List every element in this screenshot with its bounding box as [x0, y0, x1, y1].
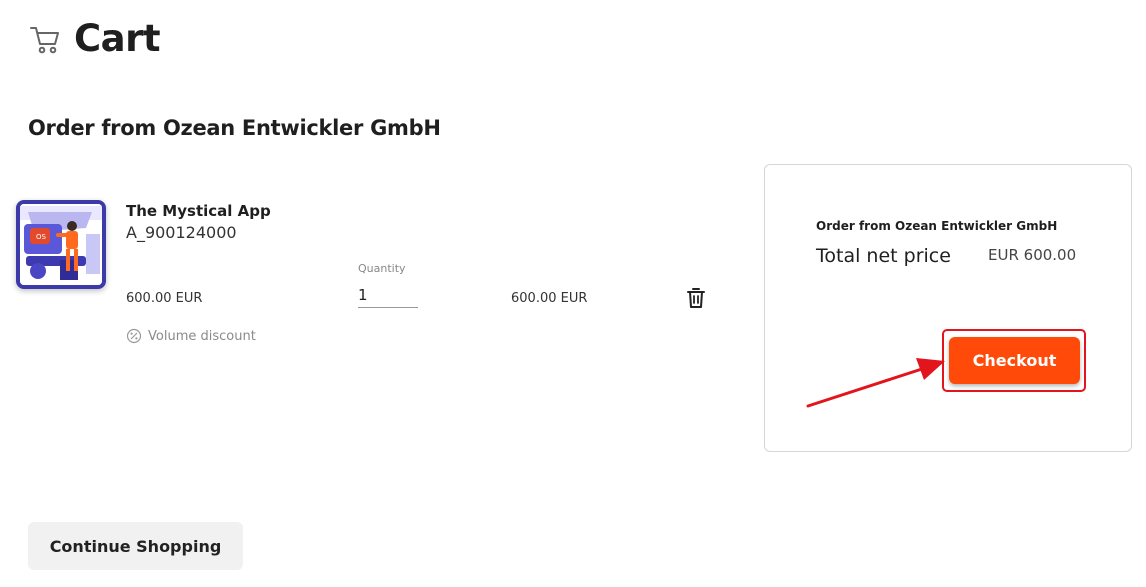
line-total: 600.00 EUR [511, 291, 588, 306]
product-sku: A_900124000 [126, 223, 237, 242]
product-image: OS [20, 204, 102, 285]
page-title: Cart [74, 17, 161, 60]
volume-discount-label: Volume discount [148, 328, 256, 344]
svg-text:OS: OS [36, 233, 47, 241]
volume-discount-link[interactable]: Volume discount [126, 328, 256, 344]
trash-icon [687, 288, 705, 308]
percent-icon [126, 328, 142, 344]
order-vendor-heading: Order from Ozean Entwickler GmbH [28, 116, 441, 140]
product-thumbnail[interactable]: OS [16, 200, 106, 289]
unit-price: 600.00 EUR [126, 291, 203, 306]
product-name[interactable]: The Mystical App [126, 202, 271, 220]
summary-vendor: Order from Ozean Entwickler GmbH [816, 219, 1058, 233]
cart-page: Cart Order from Ozean Entwickler GmbH OS… [0, 0, 1146, 587]
cart-icon [30, 27, 59, 54]
quantity-input[interactable] [358, 282, 418, 308]
page-header: Cart [28, 14, 161, 64]
total-net-price-value: EUR 600.00 [988, 246, 1077, 264]
delete-item-button[interactable] [684, 286, 708, 310]
order-summary-card: Order from Ozean Entwickler GmbH Total n… [764, 164, 1132, 452]
continue-shopping-button[interactable]: Continue Shopping [28, 522, 243, 570]
total-net-price-label: Total net price [816, 245, 951, 267]
checkout-button[interactable]: Checkout [949, 337, 1080, 384]
quantity-label: Quantity [358, 262, 406, 275]
